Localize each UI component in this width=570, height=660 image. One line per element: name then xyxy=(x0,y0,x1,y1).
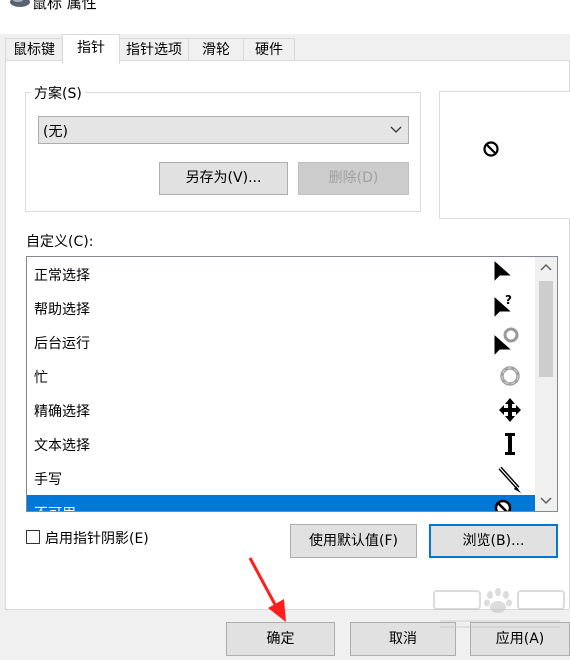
scroll-up-icon[interactable] xyxy=(535,257,557,279)
list-item[interactable]: 不可用 xyxy=(27,495,535,511)
customize-label: 自定义(C): xyxy=(26,234,94,250)
list-scrollbar[interactable] xyxy=(535,257,557,511)
mouse-icon xyxy=(10,0,30,7)
pointer-shadow-checkbox[interactable] xyxy=(26,530,40,544)
scheme-dropdown-value: (无) xyxy=(43,124,68,140)
scheme-dropdown[interactable]: (无) xyxy=(38,116,409,144)
cursor-preview xyxy=(439,91,570,219)
list-item[interactable]: 手写 xyxy=(27,461,535,495)
busy-cursor-icon xyxy=(500,366,520,386)
title-bar: 鼠标 属性 xyxy=(0,0,570,34)
tab-strip: 鼠标键 指针 指针选项 滑轮 硬件 xyxy=(0,34,570,64)
window-title: 鼠标 属性 xyxy=(32,0,97,12)
list-item[interactable]: 文本选择 xyxy=(27,427,535,461)
scheme-legend: 方案(S) xyxy=(31,83,85,103)
chevron-down-icon xyxy=(390,126,402,133)
text-select-cursor-icon xyxy=(505,433,515,455)
precision-cursor-icon xyxy=(499,398,521,422)
list-item[interactable]: 正常选择 xyxy=(27,257,535,291)
arrow-cursor-icon xyxy=(493,258,514,284)
tab-pointers[interactable]: 指针 xyxy=(62,34,120,64)
help-cursor-icon: ? xyxy=(493,293,514,320)
ok-button[interactable]: 确定 xyxy=(226,622,335,656)
pointer-shadow-label: 启用指针阴影(E) xyxy=(45,531,149,547)
unavailable-cursor-icon xyxy=(483,141,499,157)
svg-text:?: ? xyxy=(505,293,512,307)
list-item[interactable]: 帮助选择 ? xyxy=(27,291,535,325)
list-item[interactable]: 忙 xyxy=(27,359,535,393)
browse-button[interactable]: 浏览(B)... xyxy=(429,524,558,558)
list-item[interactable]: 精确选择 xyxy=(27,393,535,427)
handwriting-cursor-icon xyxy=(498,466,521,493)
scroll-thumb[interactable] xyxy=(539,281,553,377)
unavailable-cursor-icon xyxy=(494,499,512,511)
baidu-jingyan-watermark-icon xyxy=(433,588,565,628)
cursor-list[interactable]: 正常选择 帮助选择 ? 后台运行 忙 精确选择 文本选择 手写 xyxy=(26,256,558,512)
list-item[interactable]: 后台运行 xyxy=(27,325,535,359)
scroll-down-icon[interactable] xyxy=(535,489,557,511)
working-in-background-cursor-icon xyxy=(493,327,519,358)
delete-button[interactable]: 删除(D) xyxy=(298,162,409,195)
save-as-button[interactable]: 另存为(V)... xyxy=(159,162,288,195)
red-arrow-icon xyxy=(248,557,286,622)
use-default-button[interactable]: 使用默认值(F) xyxy=(290,524,417,558)
